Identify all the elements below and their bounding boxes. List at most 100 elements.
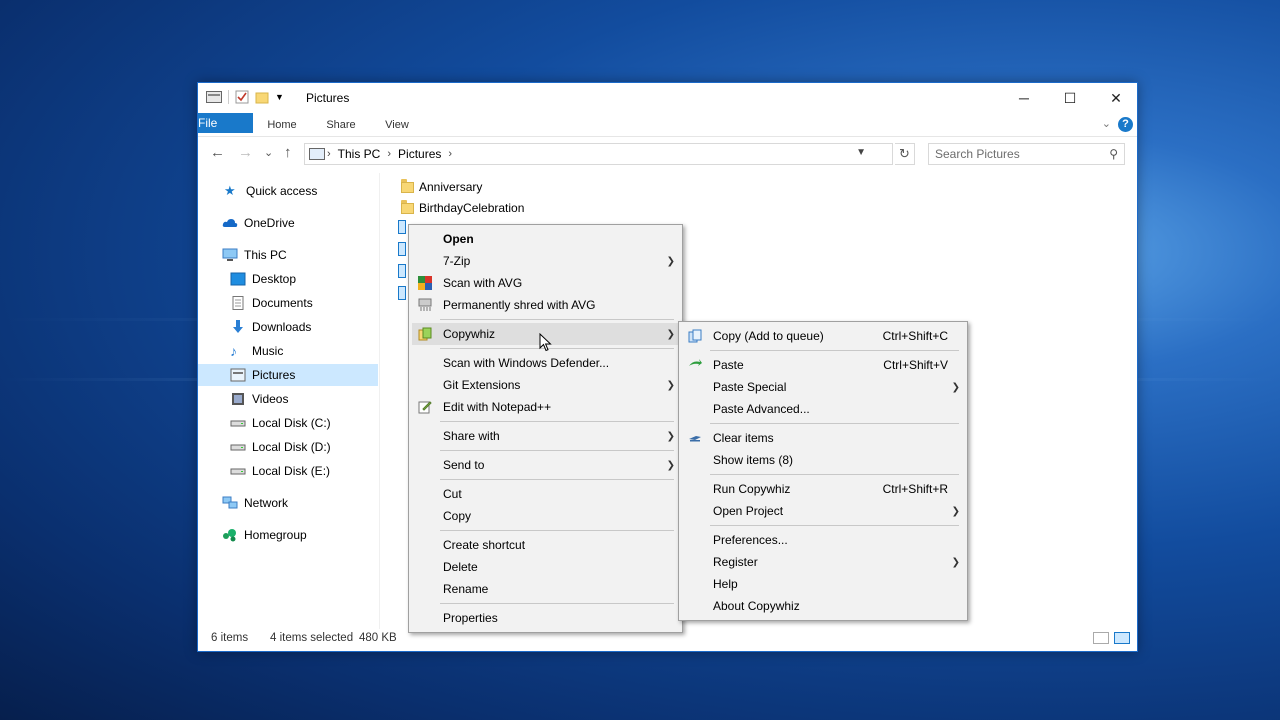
sidebar-item-music[interactable]: ♪ Music <box>198 340 378 362</box>
help-icon[interactable]: ? <box>1118 117 1133 132</box>
sidebar-item-label: Videos <box>252 392 289 406</box>
tab-file[interactable]: File <box>198 113 253 133</box>
sidebar-item-local-disk-e[interactable]: Local Disk (E:) <box>198 460 378 482</box>
menu-item-delete[interactable]: Delete <box>412 556 679 578</box>
chevron-right-icon: ❯ <box>666 255 675 267</box>
chevron-right-icon: ❯ <box>666 379 675 391</box>
sidebar-item-onedrive[interactable]: OneDrive <box>198 212 378 234</box>
sidebar-item-label: Homegroup <box>244 528 307 542</box>
menu-item-show-items[interactable]: Show items (8) <box>682 449 964 471</box>
sidebar-item-desktop[interactable]: Desktop <box>198 268 378 290</box>
menu-item-open[interactable]: Open <box>412 228 679 250</box>
close-button[interactable]: ✕ <box>1093 83 1139 113</box>
menu-item-git-extensions[interactable]: Git Extensions ❯ <box>412 374 679 396</box>
sidebar-item-local-disk-d[interactable]: Local Disk (D:) <box>198 436 378 458</box>
chevron-right-icon: ❯ <box>666 430 675 442</box>
menu-divider <box>440 450 674 451</box>
sidebar-item-downloads[interactable]: Downloads <box>198 316 378 338</box>
recent-locations-icon[interactable]: ⌄ <box>264 146 273 159</box>
menu-divider <box>710 350 959 351</box>
details-view-icon[interactable] <box>1093 632 1109 644</box>
sidebar-item-videos[interactable]: Videos <box>198 388 378 410</box>
refresh-icon[interactable]: ↻ <box>895 143 915 165</box>
menu-item-cut[interactable]: Cut <box>412 483 679 505</box>
drive-icon <box>230 468 246 475</box>
breadcrumb-this-pc[interactable]: This PC <box>338 147 381 161</box>
menu-item-register[interactable]: Register ❯ <box>682 551 964 573</box>
menu-item-scan-avg[interactable]: Scan with AVG <box>412 272 679 294</box>
menu-divider <box>710 525 959 526</box>
selected-file-icon[interactable] <box>398 286 406 300</box>
menu-item-windows-defender[interactable]: Scan with Windows Defender... <box>412 352 679 374</box>
forward-icon[interactable]: → <box>238 144 253 161</box>
sidebar-item-label: Local Disk (C:) <box>252 416 331 430</box>
selected-file-icon[interactable] <box>398 264 406 278</box>
search-input[interactable]: Search Pictures ⚲ <box>928 143 1125 165</box>
sidebar-item-pictures[interactable]: Pictures <box>198 364 378 386</box>
breadcrumb-pictures[interactable]: Pictures <box>398 147 441 161</box>
sidebar-item-documents[interactable]: Documents <box>198 292 378 314</box>
window-icon <box>206 91 222 103</box>
customize-toolbar-icon[interactable]: ▼ <box>275 92 284 102</box>
address-bar[interactable]: › This PC › Pictures › ▼ <box>304 143 893 165</box>
new-folder-icon[interactable] <box>255 90 269 104</box>
menu-item-rename[interactable]: Rename <box>412 578 679 600</box>
chevron-right-icon: › <box>327 148 331 160</box>
selected-file-icon[interactable] <box>398 220 406 234</box>
menu-item-paste-special[interactable]: Paste Special ❯ <box>682 376 964 398</box>
menu-item-paste-advanced[interactable]: Paste Advanced... <box>682 398 964 420</box>
cloud-icon <box>222 219 238 227</box>
sidebar-item-homegroup[interactable]: Homegroup <box>198 524 378 546</box>
up-icon[interactable]: ↑ <box>284 144 292 161</box>
maximize-button[interactable]: ☐ <box>1047 83 1093 113</box>
sidebar-item-local-disk-c[interactable]: Local Disk (C:) <box>198 412 378 434</box>
download-icon <box>233 320 243 333</box>
menu-item-7zip[interactable]: 7-Zip ❯ <box>412 250 679 272</box>
back-icon[interactable]: ← <box>210 144 225 161</box>
chevron-down-icon[interactable]: ▼ <box>856 147 866 158</box>
menu-item-notepad-plus[interactable]: Edit with Notepad++ <box>412 396 679 418</box>
menu-item-preferences[interactable]: Preferences... <box>682 529 964 551</box>
menu-item-paste[interactable]: Paste Ctrl+Shift+V <box>682 354 964 376</box>
menu-item-create-shortcut[interactable]: Create shortcut <box>412 534 679 556</box>
search-icon[interactable]: ⚲ <box>1109 147 1118 161</box>
avg-icon <box>418 276 432 290</box>
menu-item-about-copywhiz[interactable]: About Copywhiz <box>682 595 964 617</box>
menu-item-properties[interactable]: Properties <box>412 607 679 629</box>
tab-view[interactable]: View <box>378 113 416 137</box>
tab-home[interactable]: Home <box>260 113 304 137</box>
sidebar-item-this-pc[interactable]: This PC <box>198 244 378 266</box>
menu-item-clear-items[interactable]: Clear items <box>682 427 964 449</box>
menu-item-copy[interactable]: Copy <box>412 505 679 527</box>
menu-item-help[interactable]: Help <box>682 573 964 595</box>
list-item[interactable]: BirthdayCelebration <box>401 198 524 218</box>
menu-item-send-to[interactable]: Send to ❯ <box>412 454 679 476</box>
sidebar-item-label: Network <box>244 496 289 510</box>
expand-ribbon-icon[interactable]: ⌄ <box>1102 117 1111 130</box>
menu-item-share-with[interactable]: Share with ❯ <box>412 425 679 447</box>
menu-item-run-copywhiz[interactable]: Run Copywhiz Ctrl+Shift+R <box>682 478 964 500</box>
tab-share[interactable]: Share <box>320 113 362 137</box>
file-name: Anniversary <box>419 180 483 194</box>
large-icons-view-icon[interactable] <box>1114 632 1130 644</box>
quick-access-toolbar: ▼ <box>206 90 284 104</box>
menu-item-copy-add-to-queue[interactable]: Copy (Add to queue) Ctrl+Shift+C <box>682 325 964 347</box>
list-item[interactable]: Anniversary <box>401 177 482 197</box>
menu-divider <box>440 319 674 320</box>
menu-item-open-project[interactable]: Open Project ❯ <box>682 500 964 522</box>
music-icon: ♪ <box>230 343 237 359</box>
sidebar-item-quick-access[interactable]: ★ Quick access <box>198 180 378 202</box>
sidebar-item-label: Quick access <box>246 184 318 198</box>
sidebar-item-network[interactable]: Network <box>198 492 378 514</box>
sidebar-item-label: Local Disk (D:) <box>252 440 331 454</box>
divider <box>228 90 229 104</box>
sidebar-item-label: Pictures <box>252 368 296 382</box>
menu-item-shred-avg[interactable]: Permanently shred with AVG <box>412 294 679 316</box>
menu-divider <box>710 423 959 424</box>
copy-queue-icon <box>688 329 702 343</box>
minimize-button[interactable]: ─ <box>1001 83 1047 113</box>
selected-file-icon[interactable] <box>398 242 406 256</box>
sidebar-item-label: This PC <box>244 248 287 262</box>
navigation-pane: ★ Quick access OneDrive This PC Desktop … <box>198 173 380 629</box>
properties-icon[interactable] <box>235 90 249 104</box>
